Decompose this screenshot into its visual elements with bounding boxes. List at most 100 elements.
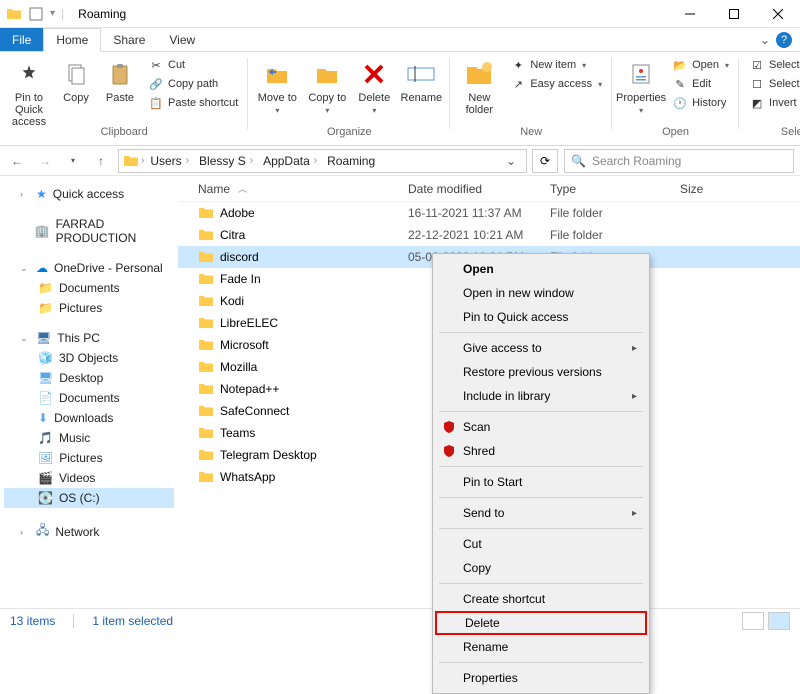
sidebar-item[interactable]: 🖥Desktop bbox=[4, 368, 174, 388]
qat-save-icon[interactable] bbox=[28, 6, 44, 22]
search-input[interactable]: 🔍Search Roaming bbox=[564, 149, 794, 173]
window-title: Roaming bbox=[78, 7, 126, 21]
sidebar-item[interactable]: 📄Documents bbox=[4, 388, 174, 408]
ctx-rename[interactable]: Rename bbox=[435, 635, 647, 659]
mcafee-icon bbox=[441, 443, 457, 459]
ctx-copy[interactable]: Copy bbox=[435, 556, 647, 580]
network-icon: 🖧 bbox=[36, 521, 49, 542]
pc-icon: 🖥 bbox=[36, 331, 51, 345]
documents-icon: 📄 bbox=[38, 391, 53, 405]
edit-button[interactable]: ✎Edit bbox=[668, 75, 733, 93]
copy-path-button[interactable]: 🔗Copy path bbox=[144, 75, 242, 93]
crumb[interactable]: Roaming bbox=[323, 154, 379, 168]
music-icon: 🎵 bbox=[38, 431, 53, 445]
building-icon: 🏢 bbox=[35, 224, 50, 238]
folder-icon bbox=[198, 469, 214, 485]
crumb[interactable]: Users› bbox=[146, 154, 193, 168]
sidebar-item-os-c[interactable]: 💽OS (C:) bbox=[4, 488, 174, 508]
sidebar-item[interactable]: 🎬Videos bbox=[4, 468, 174, 488]
open-icon: 📂 bbox=[672, 57, 688, 73]
ctx-open-new-window[interactable]: Open in new window bbox=[435, 281, 647, 305]
ctx-send-to[interactable]: Send to▸ bbox=[435, 501, 647, 525]
easy-access-button[interactable]: ↗Easy access▾ bbox=[506, 75, 606, 93]
minimize-button[interactable] bbox=[668, 0, 712, 28]
maximize-button[interactable] bbox=[712, 0, 756, 28]
tab-file[interactable]: File bbox=[0, 28, 43, 51]
ctx-cut[interactable]: Cut bbox=[435, 532, 647, 556]
paste-shortcut-button[interactable]: 📋Paste shortcut bbox=[144, 94, 242, 112]
sidebar-item[interactable]: ⬇Downloads bbox=[4, 408, 174, 428]
ctx-shred[interactable]: Shred bbox=[435, 439, 647, 463]
select-none-button[interactable]: ☐Select none bbox=[745, 75, 800, 93]
move-to-button[interactable]: Move to▾ bbox=[254, 56, 300, 115]
table-row[interactable]: Adobe16-11-2021 11:37 AMFile folder bbox=[178, 202, 800, 224]
sidebar-item[interactable]: 🧊3D Objects bbox=[4, 348, 174, 368]
ctx-pin-quick-access[interactable]: Pin to Quick access bbox=[435, 305, 647, 329]
sidebar-onedrive[interactable]: ⌄☁OneDrive - Personal bbox=[4, 258, 174, 278]
folder-icon bbox=[6, 6, 22, 22]
close-button[interactable] bbox=[756, 0, 800, 28]
ctx-scan[interactable]: Scan bbox=[435, 415, 647, 439]
sidebar-item[interactable]: 📁Pictures bbox=[4, 298, 174, 318]
ctx-give-access[interactable]: Give access to▸ bbox=[435, 336, 647, 360]
ctx-create-shortcut[interactable]: Create shortcut bbox=[435, 587, 647, 611]
recent-locations[interactable]: ▾ bbox=[62, 150, 84, 172]
help-icon[interactable]: ? bbox=[776, 32, 792, 48]
sidebar-this-pc[interactable]: ⌄🖥This PC bbox=[4, 328, 174, 348]
pin-quick-access-button[interactable]: Pin to Quick access bbox=[6, 56, 52, 128]
ctx-include-library[interactable]: Include in library▸ bbox=[435, 384, 647, 408]
star-icon: ★ bbox=[36, 187, 47, 201]
scissors-icon: ✂ bbox=[148, 57, 164, 73]
pictures-icon: 🖼 bbox=[38, 451, 53, 465]
tab-view[interactable]: View bbox=[157, 28, 207, 51]
view-details-button[interactable] bbox=[742, 612, 764, 630]
history-button[interactable]: 🕐History bbox=[668, 94, 733, 112]
desktop-icon: 🖥 bbox=[38, 371, 53, 385]
copy-to-button[interactable]: Copy to▾ bbox=[304, 56, 350, 115]
refresh-button[interactable]: ⟳ bbox=[532, 149, 558, 173]
rename-button[interactable]: Rename bbox=[398, 56, 444, 104]
copy-button[interactable]: Copy bbox=[56, 56, 96, 104]
ctx-restore-versions[interactable]: Restore previous versions bbox=[435, 360, 647, 384]
edit-icon: ✎ bbox=[672, 76, 688, 92]
breadcrumb-box[interactable]: › Users› Blessy S› AppData› Roaming ⌄ bbox=[118, 149, 527, 173]
up-button[interactable]: ↑ bbox=[90, 150, 112, 172]
new-folder-button[interactable]: New folder bbox=[456, 56, 502, 116]
column-headers[interactable]: Name︿ Date modified Type Size bbox=[178, 176, 800, 202]
folder-icon bbox=[198, 425, 214, 441]
paste-button[interactable]: Paste bbox=[100, 56, 140, 104]
open-button[interactable]: 📂Open▾ bbox=[668, 56, 733, 74]
crumb[interactable]: Blessy S› bbox=[195, 154, 257, 168]
sidebar-item[interactable]: 🖼Pictures bbox=[4, 448, 174, 468]
sidebar-farrad[interactable]: 🏢FARRAD PRODUCTION bbox=[4, 214, 174, 248]
forward-button[interactable]: → bbox=[34, 150, 56, 172]
sidebar-item[interactable]: 📁Documents bbox=[4, 278, 174, 298]
ctx-properties[interactable]: Properties bbox=[435, 666, 647, 690]
sidebar-quick-access[interactable]: ›★Quick access bbox=[4, 184, 174, 204]
properties-button[interactable]: Properties▾ bbox=[618, 56, 664, 115]
qat-dropdown[interactable]: ▾ bbox=[50, 8, 55, 19]
sidebar-network[interactable]: ›🖧Network bbox=[4, 518, 174, 545]
ctx-pin-start[interactable]: Pin to Start bbox=[435, 470, 647, 494]
sidebar-item[interactable]: 🎵Music bbox=[4, 428, 174, 448]
view-large-button[interactable] bbox=[768, 612, 790, 630]
back-button[interactable]: ← bbox=[6, 150, 28, 172]
select-all-icon: ☑ bbox=[749, 57, 765, 73]
table-row[interactable]: Citra22-12-2021 10:21 AMFile folder bbox=[178, 224, 800, 246]
address-dropdown[interactable]: ⌄ bbox=[500, 154, 522, 168]
ctx-open[interactable]: Open bbox=[435, 257, 647, 281]
cut-button[interactable]: ✂Cut bbox=[144, 56, 242, 74]
folder-icon bbox=[198, 205, 214, 221]
select-all-button[interactable]: ☑Select all bbox=[745, 56, 800, 74]
ctx-delete[interactable]: Delete bbox=[435, 611, 647, 635]
tab-home[interactable]: Home bbox=[43, 28, 101, 52]
ribbon-expand-icon[interactable]: ⌄ bbox=[760, 33, 770, 47]
tab-share[interactable]: Share bbox=[101, 28, 157, 51]
mcafee-icon bbox=[441, 419, 457, 435]
delete-button[interactable]: Delete▾ bbox=[354, 56, 394, 115]
new-item-button[interactable]: ✦New item▾ bbox=[506, 56, 606, 74]
invert-selection-button[interactable]: ◩Invert selection bbox=[745, 94, 800, 112]
context-menu: Open Open in new window Pin to Quick acc… bbox=[432, 253, 650, 694]
selection-count: 1 item selected bbox=[92, 614, 173, 628]
crumb[interactable]: AppData› bbox=[259, 154, 321, 168]
